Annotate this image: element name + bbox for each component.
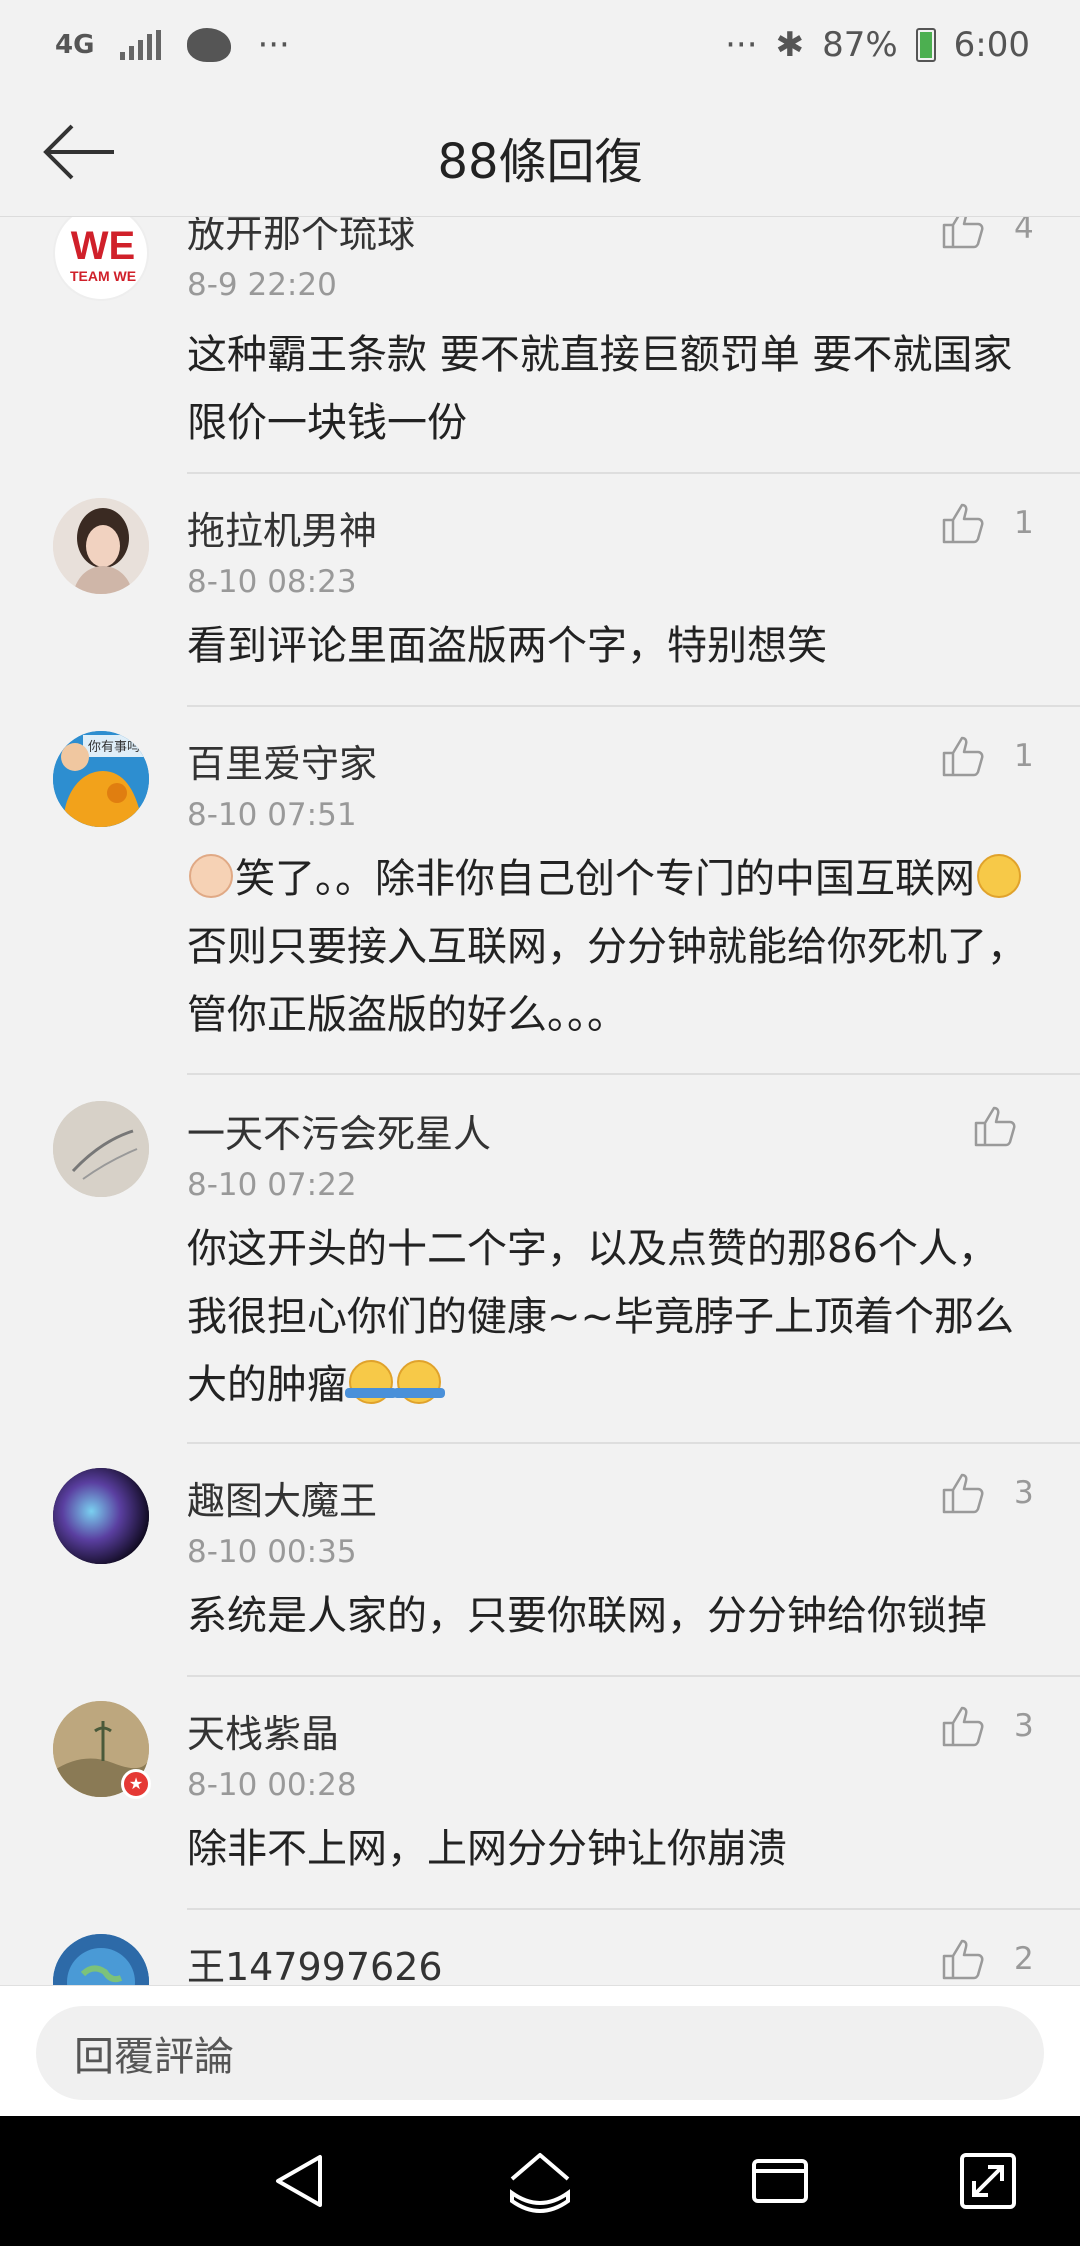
thumbs-up-icon <box>942 1706 984 1747</box>
like-button[interactable] <box>972 1103 1018 1149</box>
old-man-emoji-icon <box>189 854 233 898</box>
comment-time: 8-10 07:22 <box>187 1167 357 1203</box>
comment-item: ★ 天栈紫晶 8-10 00:28 3 除非不上网，上网分分钟让你崩溃 <box>0 1677 1080 1910</box>
comment-item: 王147997626 2 <box>0 1910 1080 1985</box>
comment-item: 拖拉机男神 8-10 08:23 1 看到评论里面盗版两个字，特别想笑 <box>0 474 1080 707</box>
avatar[interactable] <box>53 498 149 594</box>
comment-item: WE TEAM WE 放开那个琉球 8-9 22:20 4 这种霸王条款 要不就… <box>0 217 1080 474</box>
reply-bar: 回覆評論 <box>0 1985 1080 2116</box>
like-button[interactable]: 1 <box>940 500 1036 546</box>
reply-placeholder: 回覆評論 <box>74 2034 234 2080</box>
comment-time: 8-10 00:28 <box>187 1767 357 1803</box>
like-button[interactable]: 4 <box>940 217 1036 251</box>
comment-list[interactable]: WE TEAM WE 放开那个琉球 8-9 22:20 4 这种霸王条款 要不就… <box>0 217 1080 1985</box>
like-button[interactable]: 2 <box>940 1936 1036 1982</box>
battery-percent: 87% <box>822 25 898 65</box>
comment-text: 看到评论里面盗版两个字，特别想笑 <box>187 623 827 669</box>
like-count: 3 <box>1014 1475 1034 1511</box>
thumbs-up-icon <box>942 217 984 249</box>
app-notification-icon <box>187 28 232 62</box>
bluetooth-icon: ✱ <box>775 25 805 65</box>
avatar[interactable]: WE TEAM WE <box>53 217 149 301</box>
more-notifications: ··· <box>257 25 290 65</box>
thumbs-up-icon <box>974 1106 1016 1147</box>
svg-text:WE: WE <box>71 224 135 268</box>
header: 88條回復 <box>0 90 1080 217</box>
comment-text: 除非不上网，上网分分钟让你崩溃 <box>187 1826 787 1872</box>
nav-recents-icon[interactable] <box>740 2141 820 2221</box>
status-left: 4G ··· <box>55 25 290 65</box>
comment-item: 你有事吗 百里爱守家 8-10 07:51 1 笑了。。除非你自己创个专门的中国… <box>0 707 1080 1075</box>
page-title: 88條回復 <box>437 134 643 190</box>
reply-input[interactable]: 回覆評論 <box>36 2006 1044 2100</box>
comment-item: 趣图大魔王 8-10 00:35 3 系统是人家的，只要你联网，分分钟给你锁掉 <box>0 1444 1080 1677</box>
comment-author[interactable]: 趣图大魔王 <box>187 1470 377 1525</box>
comment-author[interactable]: 天栈紫晶 <box>187 1703 339 1758</box>
comment-text: 笑了。。除非你自己创个专门的中国互联网否则只要接入互联网，分分钟就能给你死机了，… <box>187 854 1027 1038</box>
more-status: ··· <box>725 25 758 65</box>
like-count: 3 <box>1014 1708 1034 1744</box>
comment-item: 一天不污会死星人 8-10 07:22 你这开头的十二个字，以及点赞的那86个人… <box>0 1075 1080 1444</box>
thumbs-up-icon <box>942 1939 984 1980</box>
like-count: 2 <box>1014 1941 1034 1977</box>
comment-author[interactable]: 拖拉机男神 <box>187 500 377 555</box>
like-count: 1 <box>1014 738 1034 774</box>
system-nav-bar <box>0 2116 1080 2246</box>
comment-time: 8-10 08:23 <box>187 564 357 600</box>
comment-time: 8-10 00:35 <box>187 1534 357 1570</box>
comment-text: 这种霸王条款 要不就直接巨额罚单 要不就国家限价一块钱一份 <box>187 332 1013 446</box>
nav-home-icon[interactable] <box>500 2141 580 2221</box>
avatar[interactable]: 你有事吗 <box>53 731 149 827</box>
comment-text: 系统是人家的，只要你联网，分分钟给你锁掉 <box>187 1593 987 1639</box>
svg-text:TEAM WE: TEAM WE <box>70 268 136 284</box>
clock: 6:00 <box>953 25 1030 65</box>
comment-author[interactable]: 王147997626 <box>187 1936 443 1985</box>
avatar[interactable] <box>53 1468 149 1564</box>
avatar[interactable] <box>53 1101 149 1197</box>
like-button[interactable]: 1 <box>940 733 1036 779</box>
shrug-emoji-icon <box>345 1360 397 1404</box>
nav-back-icon[interactable] <box>260 2141 340 2221</box>
comment-author[interactable]: 百里爱守家 <box>187 733 377 788</box>
status-bar: 4G ··· ··· ✱ 87% 6:00 <box>0 0 1080 90</box>
thumbs-up-icon <box>942 736 984 777</box>
yum-emoji-icon <box>977 854 1021 898</box>
like-button[interactable]: 3 <box>940 1703 1036 1749</box>
thumbs-up-icon <box>942 1473 984 1514</box>
status-right: ··· ✱ 87% 6:00 <box>725 25 1030 65</box>
comment-time: 8-10 07:51 <box>187 797 357 833</box>
thumbs-up-icon <box>942 503 984 544</box>
comment-author[interactable]: 放开那个琉球 <box>187 217 415 258</box>
like-count: 4 <box>1014 217 1034 246</box>
comment-text: 你这开头的十二个字，以及点赞的那86个人，我很担心你们的健康~~毕竟脖子上顶着个… <box>187 1226 1015 1408</box>
network-type: 4G <box>55 30 95 60</box>
svg-text:你有事吗: 你有事吗 <box>88 740 140 755</box>
nav-rotate-icon[interactable] <box>948 2141 1028 2221</box>
verified-badge-icon: ★ <box>121 1769 151 1799</box>
signal-icon <box>120 30 162 60</box>
battery-icon <box>915 28 936 62</box>
avatar[interactable] <box>53 1934 149 1985</box>
comment-author[interactable]: 一天不污会死星人 <box>187 1103 491 1158</box>
comment-time: 8-9 22:20 <box>187 267 337 303</box>
like-button[interactable]: 3 <box>940 1470 1036 1516</box>
avatar[interactable]: ★ <box>53 1701 151 1799</box>
shrug-emoji-icon <box>393 1360 445 1404</box>
like-count: 1 <box>1014 505 1034 541</box>
